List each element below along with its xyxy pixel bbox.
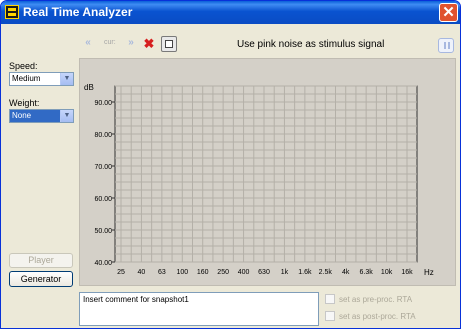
x-tick-label: 400: [238, 269, 250, 276]
y-tick-label: 70.00: [94, 164, 112, 171]
speed-select[interactable]: Medium ▼: [9, 72, 74, 86]
pause-button[interactable]: [438, 38, 454, 53]
y-tick-label: 40.00: [94, 260, 112, 267]
snapshot-comment-field[interactable]: Insert comment for snapshot1: [79, 292, 319, 326]
player-button[interactable]: Player: [9, 253, 73, 268]
x-tick-label: 25: [117, 269, 125, 276]
rta-plot: 90.00 80.00 70.00 60.00 50.00 40.00 25 40 63 100 1…: [79, 58, 456, 286]
x-tick-label: 16k: [401, 269, 413, 276]
x-tick-label: 40: [138, 269, 146, 276]
x-tick-label: 10k: [381, 269, 393, 276]
post-proc-label: set as post-proc. RTA: [339, 312, 416, 321]
take-snapshot-button[interactable]: [161, 36, 177, 52]
stimulus-text: Use pink noise as stimulus signal: [237, 39, 385, 50]
weight-value: None: [12, 111, 32, 120]
chevron-down-icon: ▼: [60, 73, 73, 85]
pre-proc-checkbox[interactable]: [325, 294, 335, 304]
rta-chart: 90.00 80.00 70.00 60.00 50.00 40.00 25 40 63 100 1…: [84, 83, 434, 277]
y-tick-label: 90.00: [94, 100, 112, 107]
y-axis-label: dB: [84, 83, 94, 92]
speed-value: Medium: [12, 74, 41, 83]
post-proc-checkbox[interactable]: [325, 311, 335, 321]
y-tick-label: 50.00: [94, 228, 112, 235]
next-snapshot-button[interactable]: »: [124, 37, 138, 51]
x-tick-label: 630: [258, 269, 270, 276]
previous-snapshot-button[interactable]: «: [81, 37, 95, 51]
x-tick-label: 6.3k: [360, 269, 374, 276]
weight-label: Weight:: [9, 98, 40, 108]
y-tick-label: 60.00: [94, 196, 112, 203]
app-icon: [5, 5, 19, 19]
x-tick-label: 100: [176, 269, 188, 276]
pre-proc-label: set as pre-proc. RTA: [339, 295, 413, 304]
weight-select[interactable]: None ▼: [9, 109, 74, 123]
chevron-down-icon: ▼: [60, 110, 73, 122]
y-tick-label: 80.00: [94, 132, 112, 139]
window-title: Real Time Analyzer: [23, 5, 133, 19]
x-tick-label: 1.6k: [298, 269, 312, 276]
x-axis-label: Hz: [424, 268, 434, 277]
x-tick-label: 63: [158, 269, 166, 276]
speed-label: Speed:: [9, 61, 38, 71]
title-bar[interactable]: Real Time Analyzer ✕: [1, 1, 460, 24]
x-tick-label: 250: [217, 269, 229, 276]
delete-snapshot-button[interactable]: ✖: [142, 37, 156, 51]
x-tick-label: 1k: [281, 269, 289, 276]
current-snapshot-label: cur:: [104, 39, 116, 46]
close-button[interactable]: ✕: [439, 3, 458, 22]
rta-window: Real Time Analyzer ✕ « cur: » ✖ Use pink…: [0, 0, 461, 329]
generator-button[interactable]: Generator: [9, 271, 73, 287]
x-tick-label: 160: [197, 269, 209, 276]
x-tick-label: 2.5k: [319, 269, 333, 276]
x-tick-label: 4k: [342, 269, 350, 276]
